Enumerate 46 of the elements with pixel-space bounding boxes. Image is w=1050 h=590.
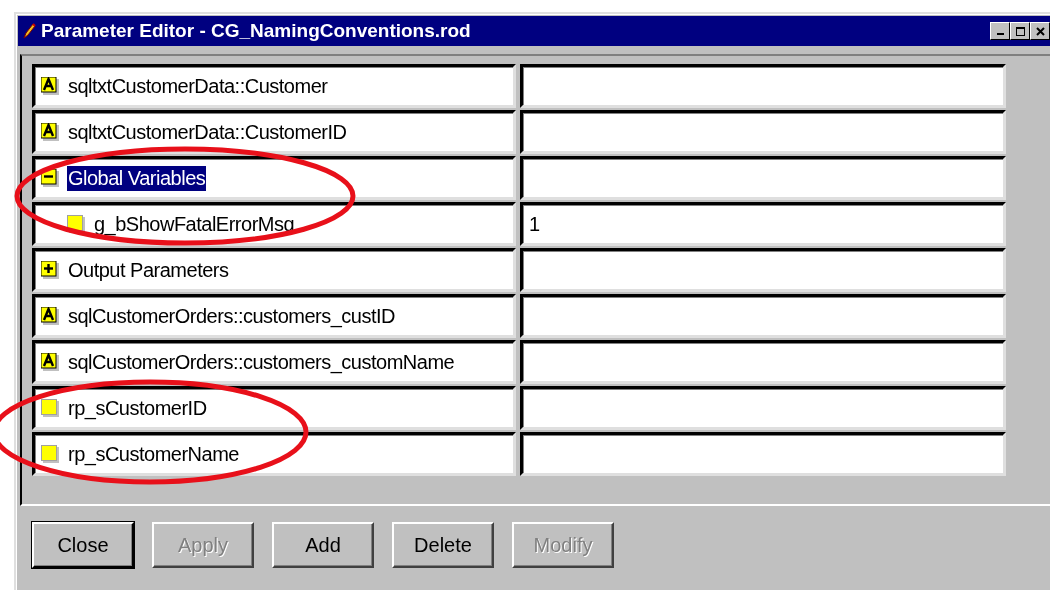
letter-a-icon xyxy=(41,307,59,325)
maximize-icon xyxy=(1015,26,1025,36)
parameter-name: sqltxtCustomerData::Customer xyxy=(67,73,329,99)
dialog-button[interactable]: Delete xyxy=(392,522,494,568)
letter-a-icon xyxy=(41,77,59,95)
letter-a-icon xyxy=(41,123,59,141)
dialog-button[interactable]: Add xyxy=(272,522,374,568)
parameter-name: rp_sCustomerName xyxy=(67,441,240,467)
parameter-name: sqlCustomerOrders::customers_custID xyxy=(67,303,397,329)
parameter-name: sqltxtCustomerData::CustomerID xyxy=(67,119,348,145)
parameter-name-cell[interactable]: sqltxtCustomerData::Customer xyxy=(32,64,516,108)
parameter-name: Output Parameters xyxy=(67,257,230,283)
parameter-name-cell[interactable]: g_bShowFatalErrorMsg xyxy=(32,202,516,246)
maximize-button[interactable] xyxy=(1010,22,1030,40)
square-icon xyxy=(41,399,59,417)
square-icon xyxy=(41,445,59,463)
value-cell[interactable] xyxy=(520,156,1006,200)
value-cell[interactable] xyxy=(520,432,1006,476)
parameter-name-cell[interactable]: Output Parameters xyxy=(32,248,516,292)
value-cell[interactable] xyxy=(520,248,1006,292)
minimize-icon xyxy=(996,33,1004,35)
parameter-name-cell[interactable]: sqltxtCustomerData::CustomerID xyxy=(32,110,516,154)
parameter-name: Global Variables xyxy=(67,165,207,191)
minimize-button[interactable] xyxy=(990,22,1010,40)
parameter-name: g_bShowFatalErrorMsg xyxy=(93,211,296,237)
parameter-name: rp_sCustomerID xyxy=(67,395,208,421)
letter-a-icon xyxy=(41,353,59,371)
close-icon xyxy=(1035,26,1045,36)
parameter-name-cell[interactable]: sqlCustomerOrders::customers_custID xyxy=(32,294,516,338)
value-cell[interactable] xyxy=(520,64,1006,108)
value-cell[interactable] xyxy=(520,294,1006,338)
value-cell[interactable] xyxy=(520,110,1006,154)
parameter-name: sqlCustomerOrders::customers_customName xyxy=(67,349,456,375)
parameter-name-cell[interactable]: rp_sCustomerID xyxy=(32,386,516,430)
window-title: Parameter Editor - CG_NamingConventions.rod xyxy=(41,20,471,42)
pencil-icon xyxy=(22,23,36,39)
dialog-button[interactable]: Close xyxy=(32,522,134,568)
collapse-icon[interactable] xyxy=(41,169,59,187)
expand-icon[interactable] xyxy=(41,261,59,279)
parameter-name-cell[interactable]: rp_sCustomerName xyxy=(32,432,516,476)
value-cell[interactable] xyxy=(520,386,1006,430)
parameter-name-cell[interactable]: Global Variables xyxy=(32,156,516,200)
value-cell[interactable]: 1 xyxy=(520,202,1006,246)
close-button[interactable] xyxy=(1030,22,1050,40)
value-cell[interactable] xyxy=(520,340,1006,384)
parameter-name-cell[interactable]: sqlCustomerOrders::customers_customName xyxy=(32,340,516,384)
